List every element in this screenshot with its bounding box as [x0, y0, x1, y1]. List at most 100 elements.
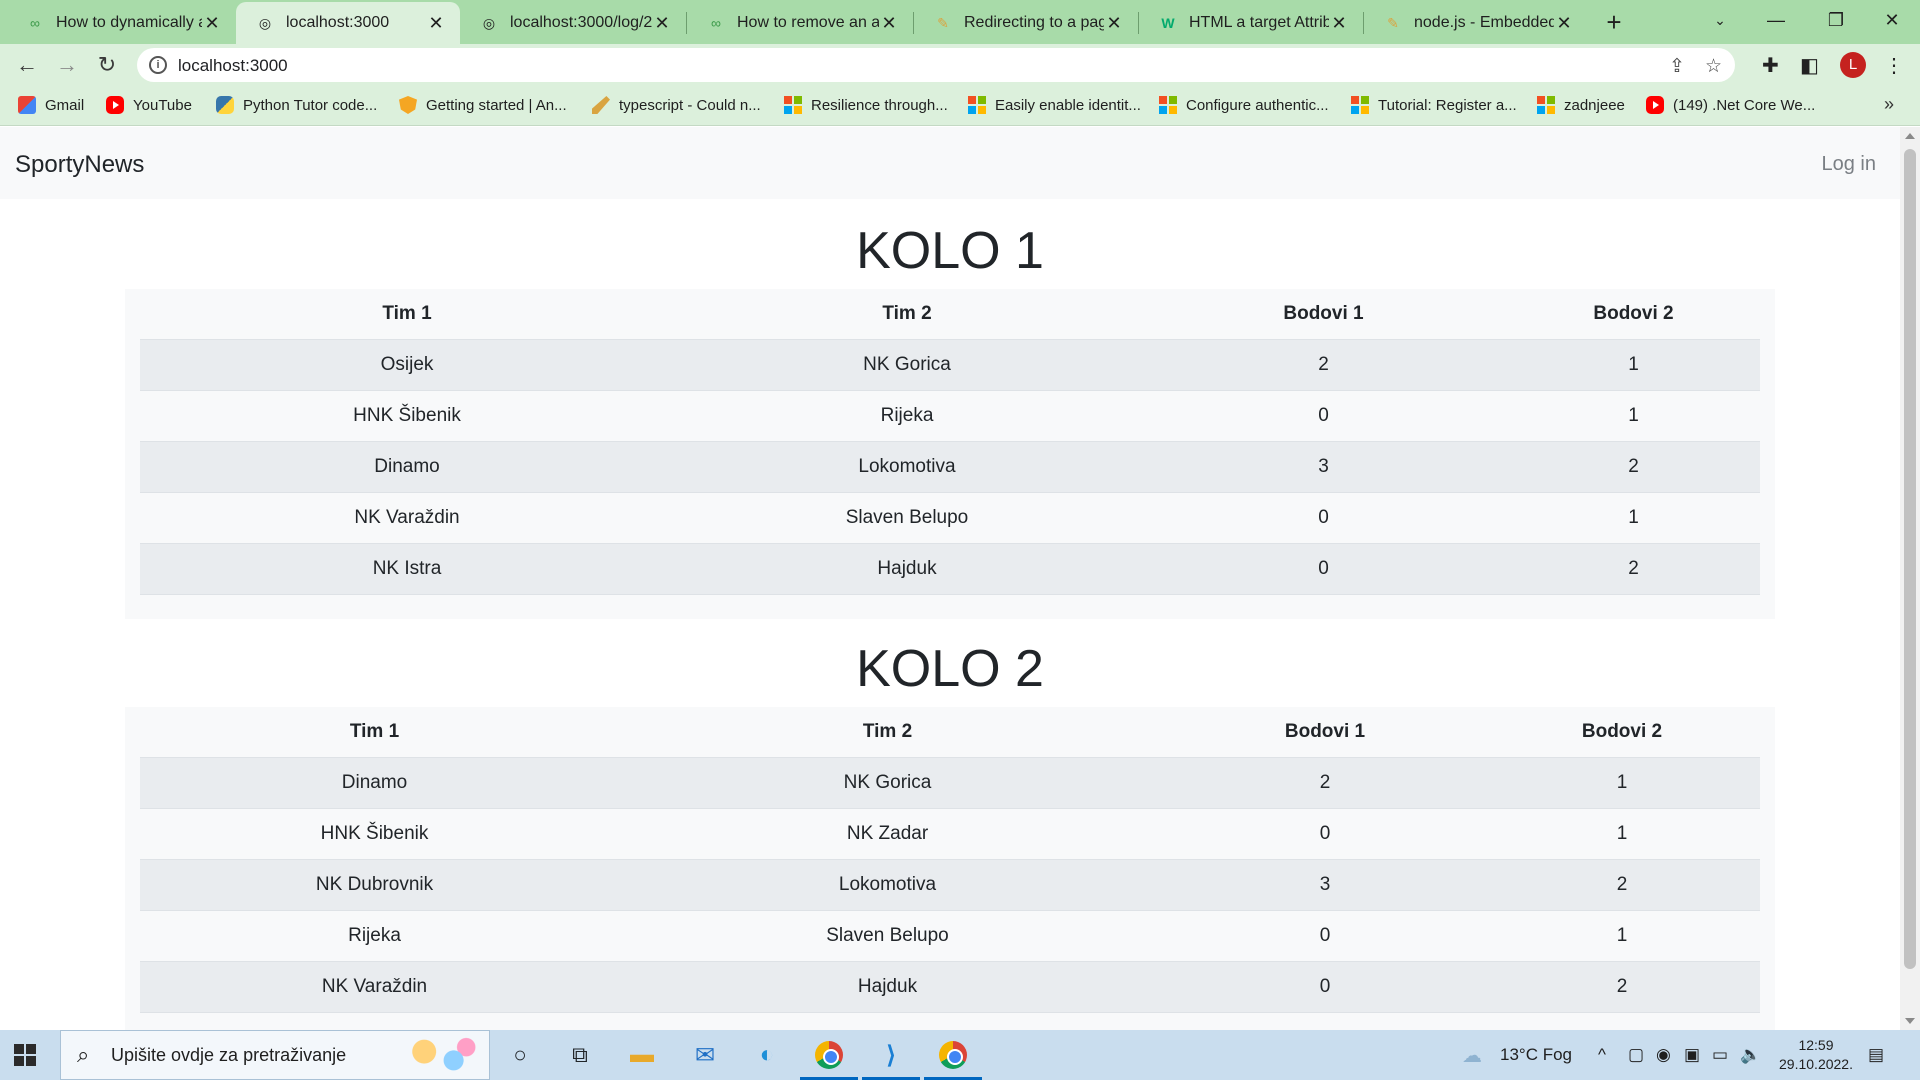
bookmark-zadnjeee[interactable]: zadnjeee: [1537, 96, 1625, 114]
youtube-icon: [106, 96, 124, 114]
tab-3[interactable]: ∞ How to remove an ad ✕: [687, 2, 913, 44]
team-1-cell: Osijek: [140, 338, 674, 390]
close-icon[interactable]: ✕: [1104, 13, 1124, 34]
tab-1[interactable]: ◎ localhost:3000 ✕: [236, 2, 460, 44]
more-bookmarks-icon[interactable]: »: [1884, 94, 1894, 115]
weather-text[interactable]: 13°C Fog: [1500, 1045, 1572, 1065]
column-header: Tim 2: [882, 302, 932, 324]
microsoft-icon: [784, 96, 802, 114]
page-scrollbar[interactable]: [1900, 127, 1920, 1030]
team-2-cell: Hajduk: [609, 960, 1166, 1013]
bookmark-label: Configure authentic...: [1186, 96, 1329, 114]
onedrive-icon[interactable]: ▣: [1684, 1045, 1700, 1065]
edge-icon[interactable]: ◐: [750, 1038, 784, 1072]
points-1-cell: 0: [1140, 491, 1507, 543]
points-1-cell: 0: [1166, 807, 1484, 859]
team-2-cell: Lokomotiva: [674, 440, 1140, 492]
notifications-icon[interactable]: ▤: [1868, 1045, 1884, 1065]
tab-search-icon[interactable]: ⌄: [1690, 0, 1750, 40]
tab-title: localhost:3000: [286, 14, 390, 31]
tab-5[interactable]: W HTML a target Attribu ✕: [1139, 2, 1363, 44]
windows-start-icon[interactable]: [14, 1044, 36, 1066]
login-link[interactable]: Log in: [1822, 153, 1877, 176]
team-2-cell: Rijeka: [674, 389, 1140, 441]
round-title: KOLO 1: [856, 222, 1044, 280]
new-tab-button[interactable]: +: [1598, 6, 1630, 38]
microsoft-icon: [1159, 96, 1177, 114]
tab-6[interactable]: ✎ node.js - Embedded J ✕: [1364, 2, 1588, 44]
avatar[interactable]: L: [1840, 52, 1866, 78]
network-icon[interactable]: ◉: [1656, 1045, 1671, 1065]
menu-icon[interactable]: ⋮: [1884, 53, 1904, 78]
bookmark-resilience[interactable]: Resilience through...: [784, 96, 948, 114]
address-bar[interactable]: i localhost:3000 ⇪ ☆: [137, 48, 1735, 82]
bookmark-python-tutor[interactable]: Python Tutor code...: [216, 96, 377, 114]
tab-title: localhost:3000/log/2?: [510, 14, 652, 31]
task-view-icon[interactable]: ⧉: [563, 1038, 597, 1072]
vscode-icon[interactable]: ⟩: [862, 1038, 920, 1080]
points-1-cell: 0: [1166, 909, 1484, 961]
tab-2[interactable]: ◎ localhost:3000/log/2? ✕: [460, 2, 686, 44]
bookmark-configure[interactable]: Configure authentic...: [1159, 96, 1329, 114]
bookmark-star-icon[interactable]: ☆: [1705, 55, 1722, 78]
mail-icon[interactable]: ✉: [688, 1038, 722, 1072]
close-window-icon[interactable]: ✕: [1862, 0, 1920, 40]
meet-now-icon[interactable]: ▢: [1628, 1045, 1644, 1065]
system-clock[interactable]: 12:59 29.10.2022.: [1776, 1036, 1856, 1074]
column-header: Tim 1: [382, 302, 432, 324]
site-info-icon[interactable]: i: [149, 56, 167, 74]
tab-0[interactable]: ∞ How to dynamically a ✕: [6, 2, 236, 44]
close-icon[interactable]: ✕: [202, 13, 222, 34]
page-viewport: SportyNews Log in KOLO 1 Tim 1 Tim 2 Bod…: [0, 127, 1900, 1030]
share-icon[interactable]: ⇪: [1669, 55, 1685, 78]
show-hidden-icons-icon[interactable]: ^: [1598, 1045, 1606, 1065]
team-1-cell: NK Dubrovnik: [140, 858, 609, 910]
restore-icon[interactable]: ❐: [1806, 0, 1866, 40]
bookmark-easily-enable[interactable]: Easily enable identit...: [968, 96, 1141, 114]
team-1-cell: NK Varaždin: [140, 491, 674, 543]
extensions-icon[interactable]: ✚: [1762, 53, 1779, 78]
codegrepper-icon: ∞: [30, 15, 40, 31]
reload-icon[interactable]: ↻: [91, 49, 123, 81]
side-panel-icon[interactable]: ◧: [1800, 53, 1819, 78]
close-icon[interactable]: ✕: [652, 13, 672, 34]
chrome-icon[interactable]: [924, 1038, 982, 1080]
scroll-down-icon[interactable]: [1905, 1018, 1915, 1024]
bookmark-getting-started[interactable]: Getting started | An...: [399, 96, 567, 114]
w3schools-icon: W: [1161, 15, 1175, 31]
table-row: Rijeka Slaven Belupo 0 1: [140, 909, 1760, 961]
back-icon[interactable]: ←: [11, 49, 43, 81]
close-icon[interactable]: ✕: [879, 13, 899, 34]
tab-4[interactable]: ✎ Redirecting to a page ✕: [914, 2, 1138, 44]
search-highlight-image: [399, 1034, 483, 1078]
scrollbar-thumb[interactable]: [1904, 149, 1916, 969]
bookmark-gmail[interactable]: Gmail: [18, 96, 84, 114]
file-explorer-icon[interactable]: ▬: [625, 1038, 659, 1072]
points-2-cell: 2: [1507, 542, 1760, 595]
forward-icon[interactable]: →: [51, 49, 83, 81]
bookmark-tutorial[interactable]: Tutorial: Register a...: [1351, 96, 1517, 114]
bookmark-typescript[interactable]: typescript - Could n...: [592, 96, 761, 114]
points-2-cell: 1: [1507, 491, 1760, 543]
points-1-cell: 3: [1140, 440, 1507, 492]
chrome-icon[interactable]: [800, 1038, 858, 1080]
brand-link[interactable]: SportyNews: [15, 151, 144, 179]
cortana-icon[interactable]: ○: [503, 1038, 537, 1072]
table-row: NK Dubrovnik Lokomotiva 3 2: [140, 858, 1760, 910]
team-1-cell: Rijeka: [140, 909, 609, 961]
minimize-icon[interactable]: —: [1746, 0, 1806, 40]
bookmark-youtube[interactable]: YouTube: [106, 96, 192, 114]
bookmark-label: Easily enable identit...: [995, 96, 1141, 114]
address-text[interactable]: localhost:3000: [178, 56, 288, 76]
close-icon[interactable]: ✕: [1554, 13, 1574, 34]
battery-icon[interactable]: ▭: [1712, 1045, 1728, 1065]
weather-icon[interactable]: ☁: [1462, 1043, 1482, 1068]
volume-icon[interactable]: 🔈: [1740, 1045, 1761, 1065]
points-1-cell: 3: [1166, 858, 1484, 910]
close-icon[interactable]: ✕: [426, 13, 446, 34]
bookmark-net-core[interactable]: (149) .Net Core We...: [1646, 96, 1815, 114]
close-icon[interactable]: ✕: [1329, 13, 1349, 34]
taskbar-search[interactable]: ⌕ Upišite ovdje za pretraživanje: [60, 1030, 490, 1080]
scroll-up-icon[interactable]: [1905, 133, 1915, 139]
search-placeholder[interactable]: Upišite ovdje za pretraživanje: [111, 1045, 346, 1066]
